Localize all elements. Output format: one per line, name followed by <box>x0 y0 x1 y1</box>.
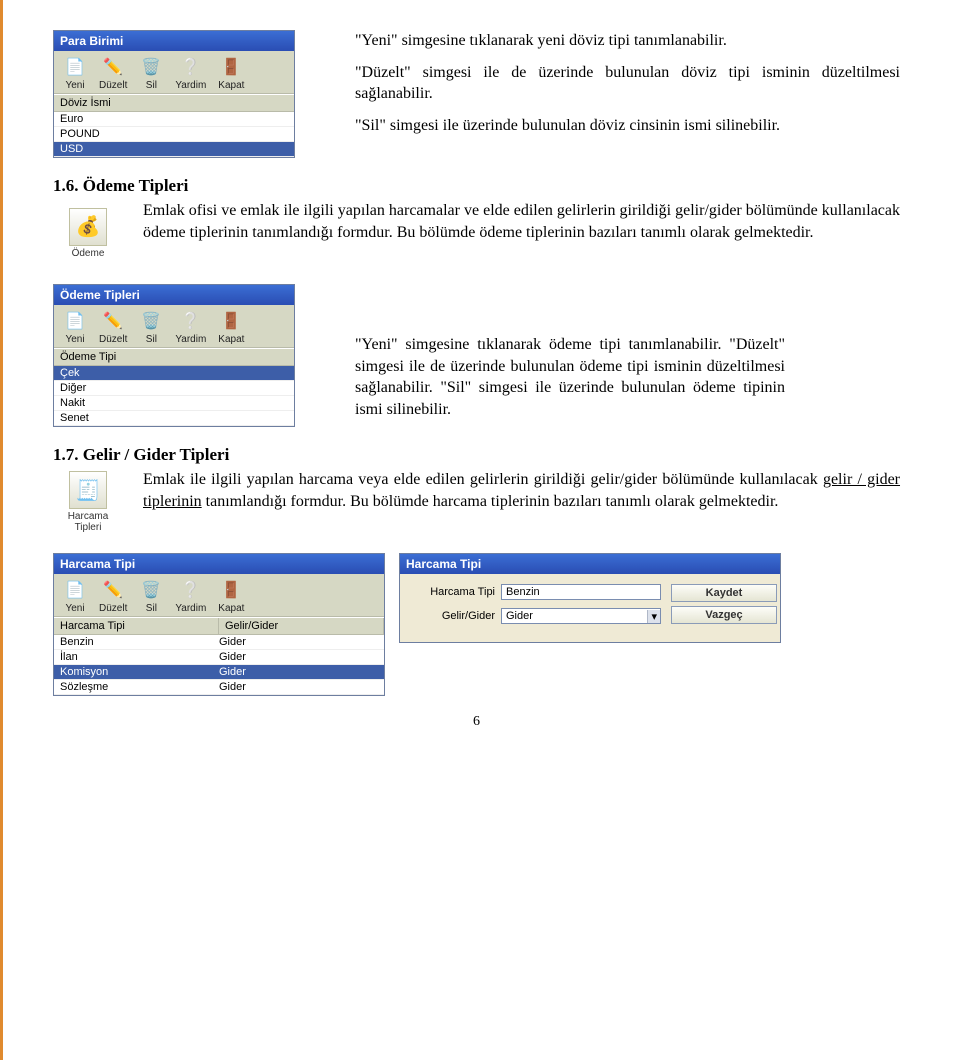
help-icon: ❔ <box>179 55 203 79</box>
list-item[interactable]: Diğer <box>54 381 294 396</box>
duzelt-button[interactable]: ✏️Düzelt <box>93 308 133 346</box>
harcama-tipi-window: Harcama Tipi 📄Yeni ✏️Düzelt 🗑️Sil ❔Yardi… <box>53 553 385 696</box>
heading-1-6: 1.6. Ödeme Tipleri <box>53 176 900 196</box>
list-item[interactable]: POUND <box>54 127 294 142</box>
new-file-icon: 📄 <box>63 309 87 333</box>
edit-icon: ✏️ <box>101 55 125 79</box>
list-header: Ödeme Tipi <box>54 348 294 366</box>
table-row[interactable]: KomisyonGider <box>54 665 384 680</box>
paragraph: Emlak ile ilgili yapılan harcama veya el… <box>143 469 900 512</box>
exit-icon: 🚪 <box>219 309 243 333</box>
kapat-button[interactable]: 🚪Kapat <box>212 577 250 615</box>
toolbar: 📄Yeni ✏️Düzelt 🗑️Sil ❔Yardim 🚪Kapat <box>54 51 294 94</box>
list-header: Döviz İsmi <box>54 94 294 112</box>
yardim-button[interactable]: ❔Yardim <box>169 54 212 92</box>
yeni-button[interactable]: 📄Yeni <box>57 54 93 92</box>
window-title: Harcama Tipi <box>54 554 384 574</box>
edit-icon: ✏️ <box>101 578 125 602</box>
duzelt-button[interactable]: ✏️Düzelt <box>93 54 133 92</box>
paragraph: "Sil" simgesi ile üzerinde bulunulan döv… <box>355 115 900 137</box>
window-title: Ödeme Tipleri <box>54 285 294 305</box>
yardim-button[interactable]: ❔Yardim <box>169 577 212 615</box>
list-item[interactable]: Çek <box>54 366 294 381</box>
paragraph: "Düzelt" simgesi ile de üzerinde bulunul… <box>355 62 900 105</box>
kapat-button[interactable]: 🚪Kapat <box>212 308 250 346</box>
table-row[interactable]: İlanGider <box>54 650 384 665</box>
table-row[interactable]: SözleşmeGider <box>54 680 384 695</box>
table-body: BenzinGider İlanGider KomisyonGider Sözl… <box>54 635 384 695</box>
list-item[interactable]: Senet <box>54 411 294 426</box>
odeme-tipleri-window: Ödeme Tipleri 📄Yeni ✏️Düzelt 🗑️Sil ❔Yard… <box>53 284 295 427</box>
para-birimi-window: Para Birimi 📄Yeni ✏️Düzelt 🗑️Sil ❔Yardim… <box>53 30 295 158</box>
exit-icon: 🚪 <box>219 55 243 79</box>
duzelt-button[interactable]: ✏️Düzelt <box>93 577 133 615</box>
list-item[interactable]: Nakit <box>54 396 294 411</box>
panel-title: Harcama Tipi <box>400 554 780 574</box>
expense-types-icon: 🧾 <box>69 471 107 509</box>
harcama-tipleri-icon[interactable]: 🧾 Harcama Tipleri <box>62 469 114 535</box>
sil-button[interactable]: 🗑️Sil <box>133 577 169 615</box>
heading-1-7: 1.7. Gelir / Gider Tipleri <box>53 445 900 465</box>
chevron-down-icon: ▾ <box>647 610 660 623</box>
new-file-icon: 📄 <box>63 578 87 602</box>
toolbar: 📄Yeni ✏️Düzelt 🗑️Sil ❔Yardim 🚪Kapat <box>54 574 384 617</box>
edit-icon: ✏️ <box>101 309 125 333</box>
window-title: Para Birimi <box>54 31 294 51</box>
yeni-button[interactable]: 📄Yeni <box>57 577 93 615</box>
paragraph: "Yeni" simgesine tıklanarak ödeme tipi t… <box>355 334 785 420</box>
list-item[interactable]: Euro <box>54 112 294 127</box>
yardim-button[interactable]: ❔Yardim <box>169 308 212 346</box>
kapat-button[interactable]: 🚪Kapat <box>212 54 250 92</box>
harcama-tipi-form: Harcama Tipi Harcama Tipi Benzin Gelir/G… <box>399 553 781 643</box>
help-icon: ❔ <box>179 578 203 602</box>
page-number: 6 <box>53 714 900 730</box>
yeni-button[interactable]: 📄Yeni <box>57 308 93 346</box>
sil-button[interactable]: 🗑️Sil <box>133 308 169 346</box>
new-file-icon: 📄 <box>63 55 87 79</box>
paragraph: Emlak ofisi ve emlak ile ilgili yapılan … <box>143 200 900 243</box>
gelir-gider-dropdown[interactable]: Gider ▾ <box>501 608 661 624</box>
exit-icon: 🚪 <box>219 578 243 602</box>
table-header: Harcama Tipi Gelir/Gider <box>54 617 384 635</box>
vazgec-button[interactable]: Vazgeç <box>671 606 777 624</box>
field-label: Harcama Tipi <box>410 586 495 598</box>
trash-icon: 🗑️ <box>139 309 163 333</box>
paragraph: "Yeni" simgesine tıklanarak yeni döviz t… <box>355 30 900 52</box>
toolbar: 📄Yeni ✏️Düzelt 🗑️Sil ❔Yardim 🚪Kapat <box>54 305 294 348</box>
sil-button[interactable]: 🗑️Sil <box>133 54 169 92</box>
help-icon: ❔ <box>179 309 203 333</box>
odeme-icon[interactable]: 💰 Ödeme <box>62 200 114 266</box>
payment-icon: 💰 <box>69 208 107 246</box>
harcama-tipi-input[interactable]: Benzin <box>501 584 661 600</box>
list-body: Çek Diğer Nakit Senet <box>54 366 294 426</box>
table-row[interactable]: BenzinGider <box>54 635 384 650</box>
list-body: Euro POUND USD <box>54 112 294 157</box>
trash-icon: 🗑️ <box>139 578 163 602</box>
field-label: Gelir/Gider <box>410 610 495 622</box>
trash-icon: 🗑️ <box>139 55 163 79</box>
kaydet-button[interactable]: Kaydet <box>671 584 777 602</box>
list-item[interactable]: USD <box>54 142 294 157</box>
